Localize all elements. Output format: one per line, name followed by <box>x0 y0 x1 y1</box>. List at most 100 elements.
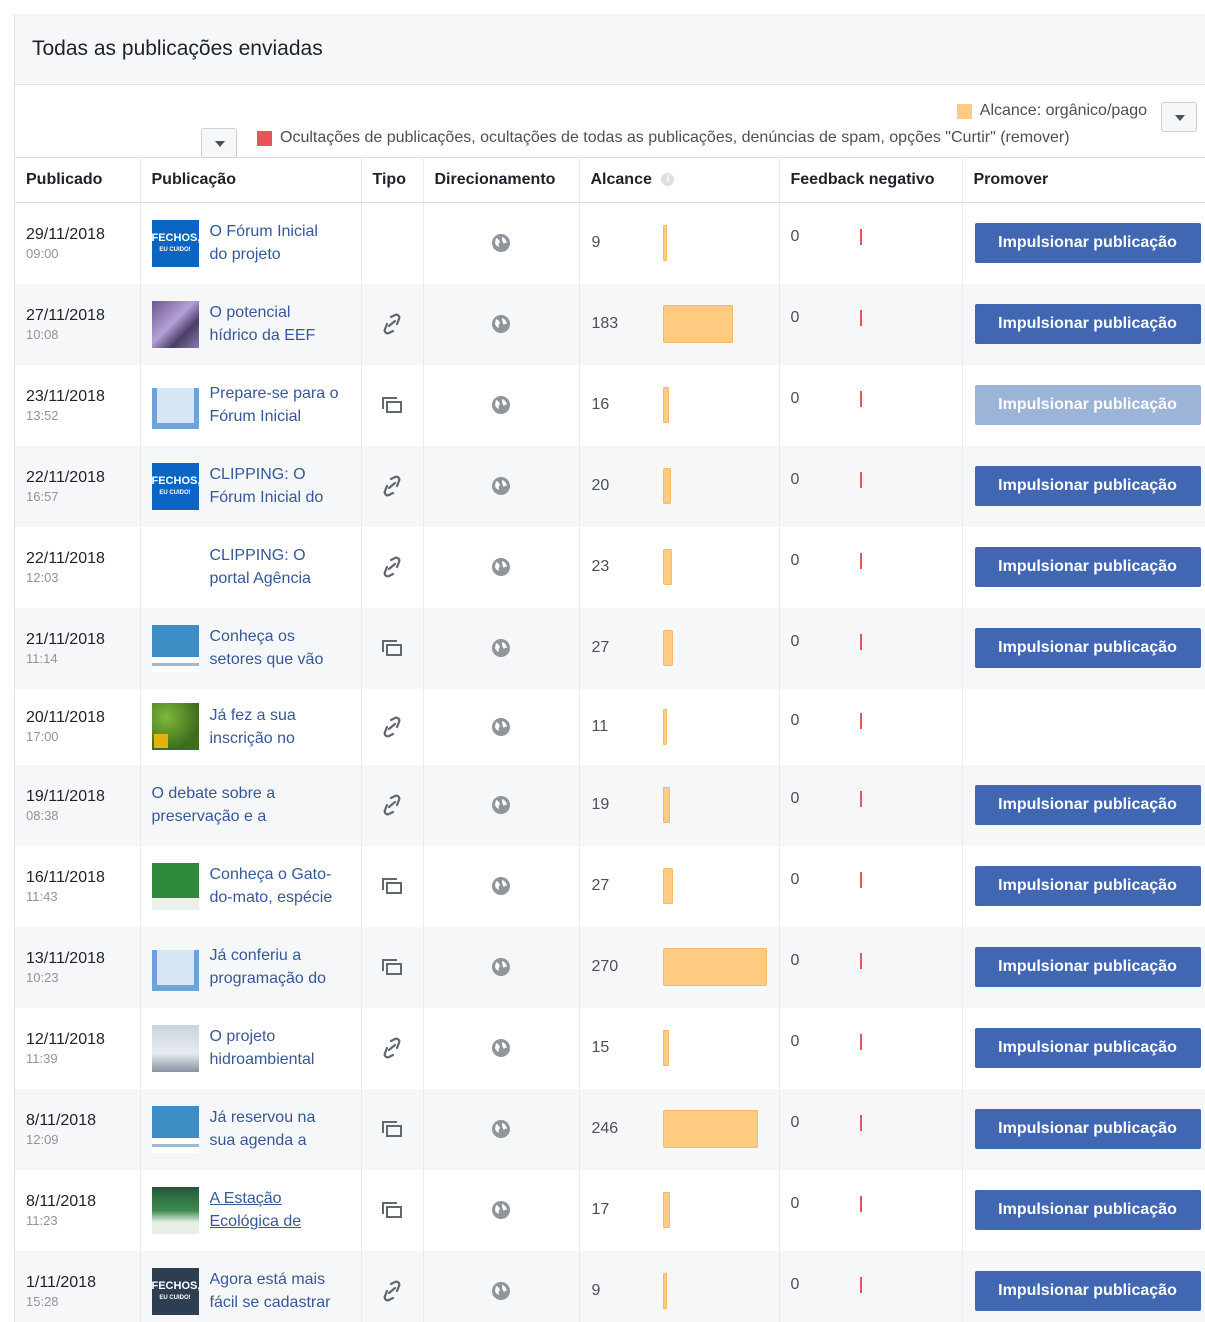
col-targeting[interactable]: Direcionamento <box>423 157 580 203</box>
published-date: 27/11/2018 <box>26 306 105 324</box>
boost-post-button[interactable]: Impulsionar publicação <box>974 1028 1201 1068</box>
post-thumbnail[interactable] <box>151 862 199 910</box>
reach-cell[interactable]: 9 <box>579 202 780 284</box>
published-cell: 1/11/2018 15:28 <box>15 1250 141 1322</box>
reach-value: 23 <box>591 558 610 575</box>
post-thumbnail[interactable]: FECHOS, EU CUIDO! <box>151 219 199 267</box>
post-cell: O projeto hidroambiental <box>140 1007 362 1089</box>
reach-cell[interactable]: 27 <box>579 607 780 689</box>
post-link[interactable]: O projeto hidroambiental <box>210 1025 340 1071</box>
post-cell: Prepare-se para o Fórum Inicial <box>140 364 362 446</box>
type-cell <box>361 845 424 927</box>
post-thumbnail[interactable] <box>151 703 199 750</box>
table-row: 22/11/2018 16:57 FECHOS, EU CUIDO! CLIPP… <box>15 445 1205 527</box>
type-cell <box>361 607 424 689</box>
post-thumbnail[interactable] <box>151 624 199 672</box>
reach-value: 9 <box>591 234 601 252</box>
post-thumbnail[interactable] <box>151 944 199 991</box>
reach-value: 27 <box>591 877 610 894</box>
boost-post-button[interactable]: Impulsionar publicação <box>974 547 1201 587</box>
boost-post-button[interactable]: Impulsionar publicação <box>974 466 1201 506</box>
boost-post-button[interactable]: Impulsionar publicação <box>974 785 1201 825</box>
post-link[interactable]: CLIPPING: O Fórum Inicial do <box>210 463 340 509</box>
post-link[interactable]: CLIPPING: O portal Agência <box>210 544 340 590</box>
boost-post-button[interactable]: Impulsionar publicação <box>974 385 1201 425</box>
col-published[interactable]: Publicado <box>15 157 141 203</box>
negative-value: 0 <box>790 952 800 969</box>
post-link[interactable]: Agora está mais fácil se cadastrar <box>210 1268 340 1314</box>
reach-cell[interactable]: 16 <box>579 364 780 446</box>
globe-icon <box>492 558 510 576</box>
col-reach[interactable]: Alcance i <box>579 157 780 203</box>
negative-cell: 0 <box>779 926 963 1008</box>
post-thumbnail[interactable]: FECHOS, EU CUIDO! <box>151 1267 199 1315</box>
promote-cell: Impulsionar publicação <box>962 445 1205 527</box>
boost-post-button[interactable]: Impulsionar publicação <box>974 947 1201 987</box>
post-link[interactable]: O debate sobre a preservação e a <box>152 782 342 828</box>
boost-post-button[interactable]: Impulsionar publicação <box>974 866 1201 906</box>
targeting-cell <box>423 283 580 365</box>
type-cell <box>361 1250 424 1322</box>
reach-cell[interactable]: 19 <box>579 764 780 846</box>
post-link[interactable]: Já conferiu a programação do <box>210 944 340 990</box>
post-thumbnail[interactable]: FECHOS, EU CUIDO! <box>151 462 199 510</box>
post-link[interactable]: Prepare-se para o Fórum Inicial <box>210 382 340 428</box>
post-thumbnail[interactable] <box>151 382 199 429</box>
boost-post-button[interactable]: Impulsionar publicação <box>974 1190 1201 1230</box>
post-link[interactable]: Já reservou na sua agenda a <box>210 1106 340 1152</box>
globe-icon <box>492 477 510 495</box>
table-row: 23/11/2018 13:52 Prepare-se para o Fórum… <box>15 364 1205 446</box>
boost-post-button[interactable]: Impulsionar publicação <box>974 304 1201 344</box>
boost-post-button[interactable]: Impulsionar publicação <box>974 1109 1201 1149</box>
boost-post-button[interactable]: Impulsionar publicação <box>974 223 1201 264</box>
negative-cell: 0 <box>779 202 963 284</box>
col-type[interactable]: Tipo <box>361 157 424 203</box>
album-icon <box>382 878 402 894</box>
negative-cell: 0 <box>779 764 963 846</box>
thumb-brand: FECHOS, <box>151 231 199 244</box>
published-date: 20/11/2018 <box>26 709 105 726</box>
post-link[interactable]: Já fez a sua inscrição no <box>210 704 340 750</box>
post-link[interactable]: O Fórum Inicial do projeto <box>210 220 340 266</box>
published-date: 23/11/2018 <box>26 387 105 405</box>
reach-cell[interactable]: 27 <box>579 845 780 927</box>
reach-cell[interactable]: 270 <box>579 926 780 1008</box>
post-cell: FECHOS, EU CUIDO! O Fórum Inicial do pro… <box>140 202 362 284</box>
col-negative[interactable]: Feedback negativo <box>779 157 963 203</box>
post-link[interactable]: Conheça o Gato-do-mato, espécie <box>210 863 340 909</box>
negative-cell: 0 <box>779 1250 963 1322</box>
table-row: 13/11/2018 10:23 Já conferiu a programaç… <box>15 926 1205 1008</box>
reach-cell[interactable]: 246 <box>579 1088 780 1170</box>
published-time: 09:00 <box>26 245 59 261</box>
info-icon[interactable]: i <box>661 173 675 187</box>
post-thumbnail[interactable] <box>151 1105 199 1153</box>
reach-cell[interactable]: 9 <box>579 1250 780 1322</box>
col-post[interactable]: Publicação <box>140 157 362 203</box>
targeting-cell <box>423 364 580 446</box>
post-thumbnail[interactable] <box>151 543 199 591</box>
post-cell: Já fez a sua inscrição no <box>140 688 362 765</box>
negative-dropdown-button[interactable] <box>201 128 237 158</box>
legend-negative-swatch <box>257 130 272 146</box>
reach-cell[interactable]: 15 <box>579 1007 780 1089</box>
reach-cell[interactable]: 183 <box>579 283 780 365</box>
post-thumbnail[interactable] <box>151 1186 199 1234</box>
post-link[interactable]: Conheça os setores que vão <box>210 625 340 671</box>
negative-cell: 0 <box>779 607 963 689</box>
reach-dropdown-button[interactable] <box>1161 102 1197 132</box>
post-thumbnail[interactable] <box>151 1024 199 1072</box>
post-thumbnail[interactable] <box>151 300 199 348</box>
post-link[interactable]: O potencial hídrico da EEF <box>210 301 340 347</box>
boost-post-button[interactable]: Impulsionar publicação <box>974 1271 1201 1311</box>
reach-cell[interactable]: 20 <box>579 445 780 527</box>
reach-cell[interactable]: 23 <box>579 526 780 608</box>
negative-bar <box>859 872 862 888</box>
reach-cell[interactable]: 11 <box>579 688 780 765</box>
reach-cell[interactable]: 17 <box>579 1169 780 1251</box>
targeting-cell <box>423 926 580 1008</box>
reach-bar <box>662 948 767 986</box>
boost-post-button[interactable]: Impulsionar publicação <box>974 628 1201 668</box>
post-link[interactable]: A Estação Ecológica de <box>210 1187 340 1233</box>
published-time: 16:57 <box>26 488 59 504</box>
negative-cell: 0 <box>779 845 963 927</box>
